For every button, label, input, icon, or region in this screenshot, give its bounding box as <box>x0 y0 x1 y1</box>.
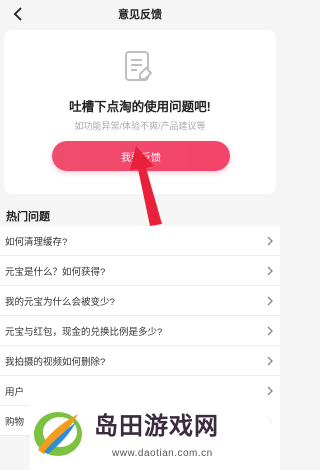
hot-questions-title: 热门问题 <box>6 211 50 223</box>
list-item[interactable]: 我拍摄的视频如何删除? <box>0 346 280 376</box>
question-text: 元宝与红包，现金的兑换比例是多少? <box>5 326 163 338</box>
page-title: 意见反馈 <box>118 9 162 21</box>
list-item[interactable]: 元宝与红包，现金的兑换比例是多少? <box>0 316 280 346</box>
question-text: 如何清理缓存? <box>5 236 68 248</box>
question-text: 我的元宝为什么会被变少? <box>5 296 115 308</box>
question-text: 元宝是什么？如何获得? <box>5 266 106 278</box>
chevron-right-icon <box>267 266 273 276</box>
question-text: 我拍摄的视频如何删除? <box>5 356 106 368</box>
question-text: 用户 <box>5 386 25 398</box>
document-edit-icon <box>125 51 153 81</box>
top-bar: 意见反馈 <box>0 0 280 28</box>
watermark-brand: 岛田游戏网 <box>94 413 219 440</box>
back-button[interactable] <box>6 2 30 26</box>
list-item[interactable]: 如何清理缓存? <box>0 226 280 256</box>
chevron-left-icon <box>13 7 22 21</box>
feedback-headline: 吐槽下点淘的使用问题吧! <box>69 100 211 114</box>
watermark: 岛田游戏网 www.daotian.com.cn <box>30 400 280 470</box>
feedback-subline: 如功能异常/体验不爽/产品建议等 <box>74 121 206 131</box>
chevron-right-icon <box>267 296 273 306</box>
list-item[interactable]: 我的元宝为什么会被变少? <box>0 286 280 316</box>
list-item[interactable]: 元宝是什么？如何获得? <box>0 256 280 286</box>
chevron-right-icon <box>267 326 273 336</box>
chevron-right-icon <box>267 386 273 396</box>
chevron-right-icon <box>267 236 273 246</box>
watermark-url: www.daotian.com.cn <box>112 448 213 459</box>
question-text: 购物 <box>5 416 25 428</box>
chevron-right-icon <box>267 356 273 366</box>
brand-logo-icon <box>34 412 82 456</box>
annotation-arrow <box>130 146 162 226</box>
